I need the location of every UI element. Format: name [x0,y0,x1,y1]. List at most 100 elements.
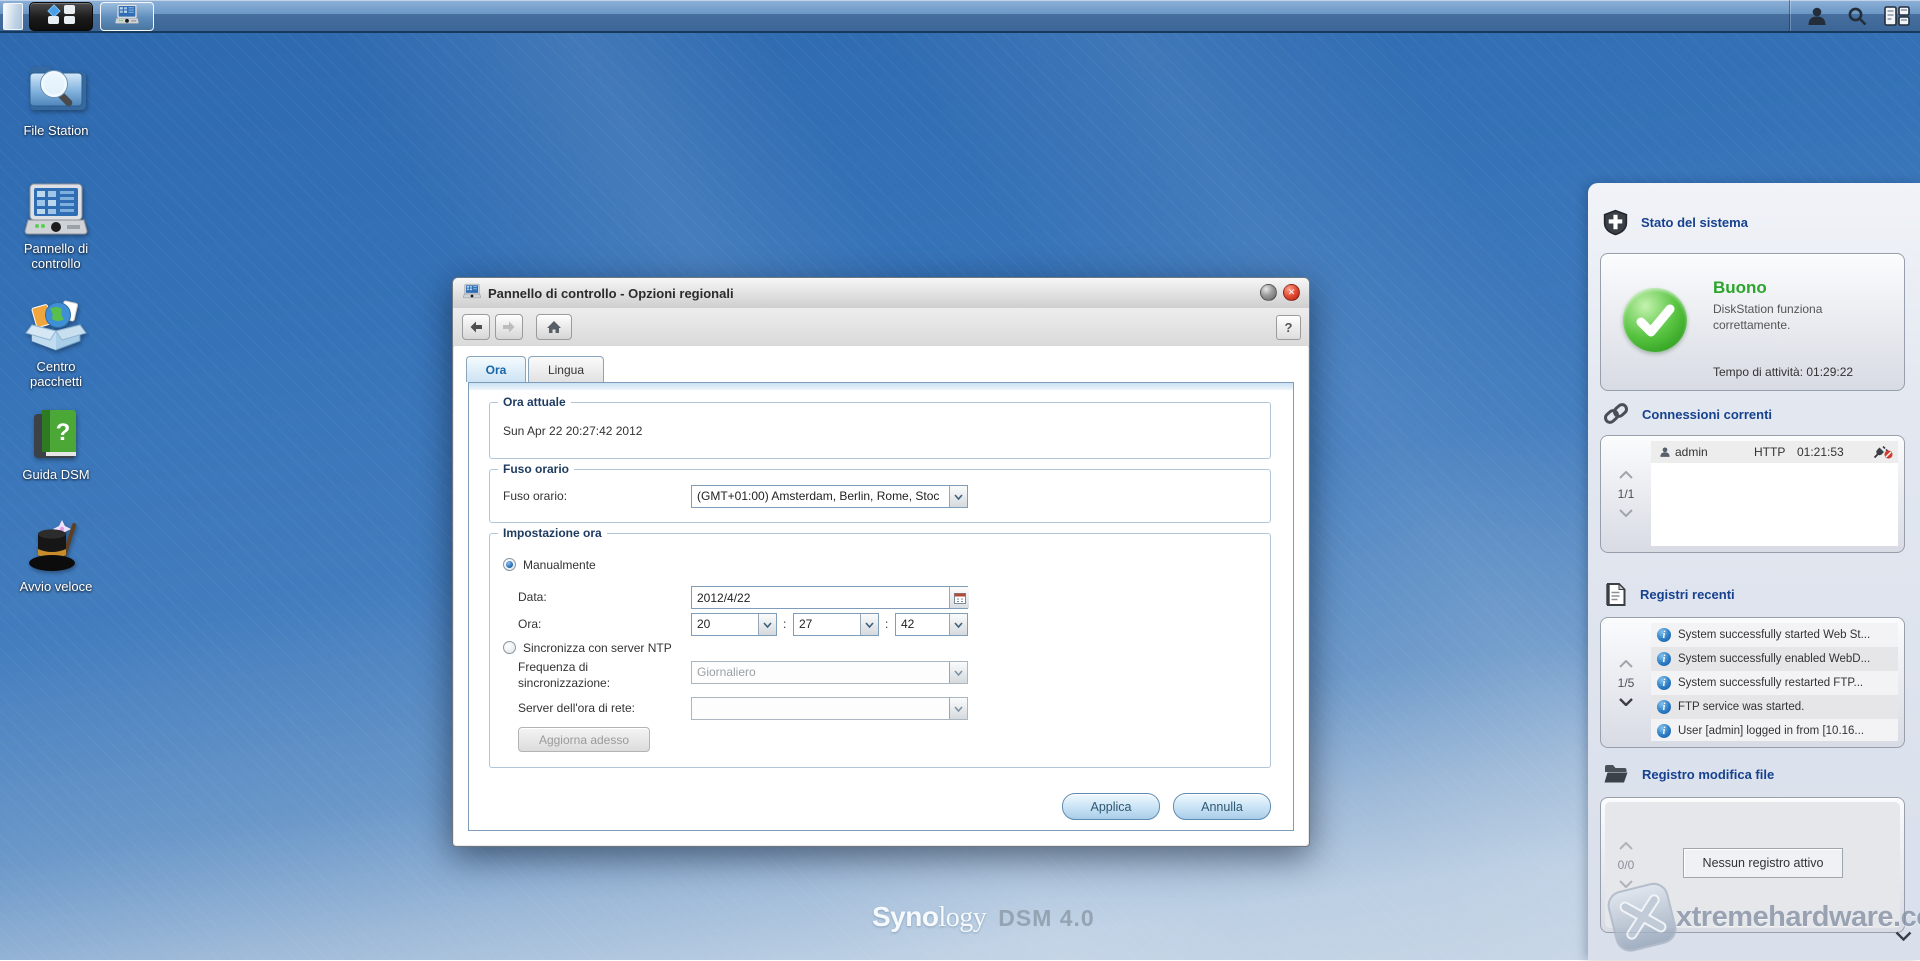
frequency-select: Giornaliero [691,661,968,684]
user-icon [1659,446,1671,458]
link-icon [1602,401,1630,427]
status-value: Buono [1713,278,1767,298]
ntp-server-select [691,697,968,720]
calendar-icon [954,592,966,604]
desktop-icon-control-panel[interactable]: Pannello di controllo [6,180,106,272]
package-center-icon [24,296,88,356]
status-description: DiskStation funziona correttamente. [1713,302,1822,333]
second-select[interactable]: 42 [895,613,968,636]
open-folder-icon [1602,762,1630,786]
back-button[interactable] [462,314,490,340]
page-up-icon[interactable] [1619,842,1633,850]
info-icon: i [1657,652,1671,666]
chevron-down-icon [758,614,776,635]
chevron-down-icon [949,662,967,683]
help-button[interactable]: ? [1276,315,1301,340]
connections-box: 1/1 admin HTTP 01:21:53 [1600,435,1905,553]
no-active-log-message: Nessun registro attivo [1683,848,1843,878]
log-row[interactable]: iUser [admin] logged in from [10.16... [1651,719,1898,741]
fieldset-current-time: Ora attuale Sun Apr 22 20:27:42 2012 [489,402,1271,459]
panel-top-strip [469,383,1293,390]
status-ok-icon [1623,288,1687,352]
search-button[interactable] [1844,4,1870,28]
recent-logs-header: Registri recenti [1602,579,1735,609]
log-row[interactable]: iSystem successfully enabled WebD... [1651,647,1898,671]
control-panel-window: Pannello di controllo - Opzioni regional… [452,277,1310,847]
page-up-icon[interactable] [1619,471,1633,479]
calendar-button[interactable] [949,587,969,608]
watermark: xtremehardware.com [1604,881,1920,953]
shield-icon [1602,209,1629,236]
minimize-button[interactable] [1260,284,1277,301]
dsm-branding: Synology DSM 4.0 [872,901,1095,934]
svg-text:?: ? [56,419,71,446]
connections-pager: 1/1 [1618,487,1635,501]
log-row[interactable]: iSystem successfully started Web St... [1651,623,1898,647]
timezone-select[interactable]: (GMT+01:00) Amsterdam, Berlin, Rome, Sto… [691,485,968,508]
ntp-radio-label: Sincronizza con server NTP [523,641,672,655]
connection-row[interactable]: admin HTTP 01:21:53 [1651,441,1898,463]
fieldset-time-setting: Impostazione ora Manualmente Data: Ora: [489,533,1271,768]
synology-logo: Synology [872,901,986,934]
desktop-icon-dsm-help[interactable]: ? Guida DSM [6,406,106,483]
window-titlebar[interactable]: Pannello di controllo - Opzioni regional… [453,278,1309,309]
file-log-header: Registro modifica file [1602,759,1774,789]
ntp-radio[interactable] [503,641,516,654]
system-status-header: Stato del sistema [1602,207,1748,237]
connections-header: Connessioni correnti [1602,399,1772,429]
dsm-help-icon: ? [26,406,86,464]
disconnect-icon[interactable] [1873,445,1893,459]
minute-select[interactable]: 27 [793,613,879,636]
main-menu-icon [41,3,81,30]
connections-list: admin HTTP 01:21:53 [1651,441,1898,546]
watermark-text: xtremehardware.com [1676,901,1920,934]
desktop-icon-package-center[interactable]: Centro pacchetti [6,296,106,390]
hour-select[interactable]: 20 [691,613,777,636]
taskbar-item-control-panel[interactable] [100,2,154,31]
file-log-pager: 0/0 [1618,858,1635,872]
main-menu-button[interactable] [29,2,93,31]
pilot-view-button[interactable] [1884,4,1910,28]
date-input[interactable] [691,586,968,609]
desktop-icon-label: Pannello di controllo [6,242,106,272]
page-up-icon[interactable] [1619,660,1633,668]
manual-radio[interactable] [503,558,516,571]
cancel-button[interactable]: Annulla [1173,793,1271,820]
chevron-down-icon [949,698,967,719]
date-label: Data: [518,590,547,604]
log-row[interactable]: iSystem successfully restarted FTP... [1651,671,1898,695]
chevron-down-icon [860,614,878,635]
user-menu-button[interactable] [1804,4,1830,28]
info-icon: i [1657,724,1671,738]
control-panel-window-icon [113,3,141,30]
dialog-body: Ora Lingua Ora attuale Sun Apr 22 20:27:… [454,346,1308,845]
tab-ora[interactable]: Ora [466,356,526,382]
close-button[interactable]: ✕ [1283,284,1300,301]
page-down-icon[interactable] [1619,509,1633,517]
time-separator: : [885,617,888,631]
uptime-value: Tempo di attività: 01:29:22 [1713,365,1853,379]
desktop-icon-label: File Station [6,124,106,139]
frequency-label: Frequenza di sincronizzazione: [518,660,610,691]
desktop-icon-file-station[interactable]: File Station [6,58,106,139]
page-down-icon[interactable] [1619,698,1633,706]
pilot-view-icon [1884,6,1910,26]
window-title: Pannello di controllo - Opzioni regional… [488,286,734,301]
ntp-server-label: Server dell'ora di rete: [518,701,635,715]
close-icon: ✕ [1288,287,1296,298]
forward-button[interactable] [495,314,523,340]
watermark-logo-icon [1596,873,1689,961]
system-status-box: Buono DiskStation funziona correttamente… [1600,253,1905,391]
home-button[interactable] [536,314,572,340]
show-desktop-button[interactable] [3,3,23,30]
time-separator: : [783,617,786,631]
back-arrow-icon [469,321,483,333]
desktop-icon-quick-start[interactable]: Avvio veloce [6,516,106,595]
control-panel-icon [24,180,88,238]
tab-panel: Ora attuale Sun Apr 22 20:27:42 2012 Fus… [468,382,1294,831]
apply-button[interactable]: Applica [1062,793,1160,820]
desktop-icon-label: Avvio veloce [6,580,106,595]
log-row[interactable]: iFTP service was started. [1651,695,1898,719]
fieldset-timezone: Fuso orario Fuso orario: (GMT+01:00) Ams… [489,469,1271,523]
tab-lingua[interactable]: Lingua [528,356,604,382]
